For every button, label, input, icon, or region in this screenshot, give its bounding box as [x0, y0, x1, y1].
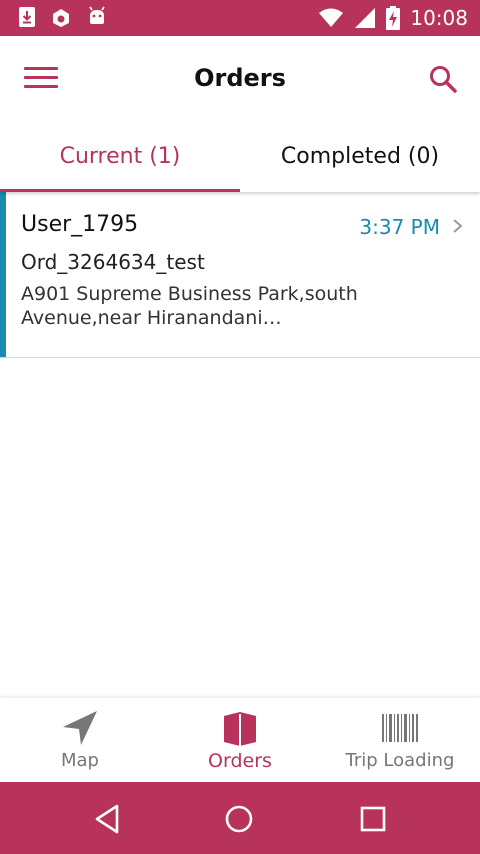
order-time: 3:37 PM	[359, 215, 440, 239]
back-icon[interactable]	[90, 802, 124, 836]
app-notification-icon	[53, 9, 69, 27]
system-nav-bar	[0, 782, 480, 854]
bottom-nav: Map Orders Trip Loading	[0, 698, 480, 782]
tab-indicator	[0, 189, 240, 192]
nav-label-orders: Orders	[208, 750, 272, 772]
status-time: 10:08	[410, 6, 468, 30]
tab-completed[interactable]: Completed (0)	[240, 120, 480, 192]
wifi-icon	[319, 8, 344, 27]
nav-label-map: Map	[61, 750, 99, 771]
nav-label-trip-loading: Trip Loading	[345, 750, 455, 771]
order-tabs: Current (1) Completed (0)	[0, 120, 480, 192]
nav-item-trip-loading[interactable]: Trip Loading	[320, 698, 480, 782]
recents-icon[interactable]	[356, 802, 390, 836]
nav-item-map[interactable]: Map	[0, 698, 160, 782]
barcode-icon	[382, 714, 418, 742]
battery-charging-icon	[386, 6, 401, 30]
order-id: Ord_3264634_test	[21, 250, 205, 274]
order-address: A901 Supreme Business Park,south Avenue,…	[21, 283, 358, 329]
app-bar: Orders	[0, 36, 480, 120]
tab-current[interactable]: Current (1)	[0, 120, 240, 192]
nav-item-orders[interactable]: Orders	[160, 698, 320, 782]
home-icon[interactable]	[222, 802, 256, 836]
page-title: Orders	[194, 64, 286, 92]
customer-name: User_1795	[21, 212, 139, 237]
card-accent-bar	[0, 192, 6, 357]
android-notification-icon	[89, 6, 105, 24]
chevron-right-icon	[453, 219, 463, 233]
navigation-arrow-icon	[63, 711, 97, 745]
order-card[interactable]: User_1795 3:37 PM Ord_3264634_test A901 …	[0, 192, 480, 358]
download-notification-icon	[19, 7, 35, 27]
status-bar: 10:08	[0, 0, 480, 36]
search-icon[interactable]	[428, 64, 458, 94]
box-icon	[224, 712, 256, 746]
signal-icon	[355, 8, 376, 28]
